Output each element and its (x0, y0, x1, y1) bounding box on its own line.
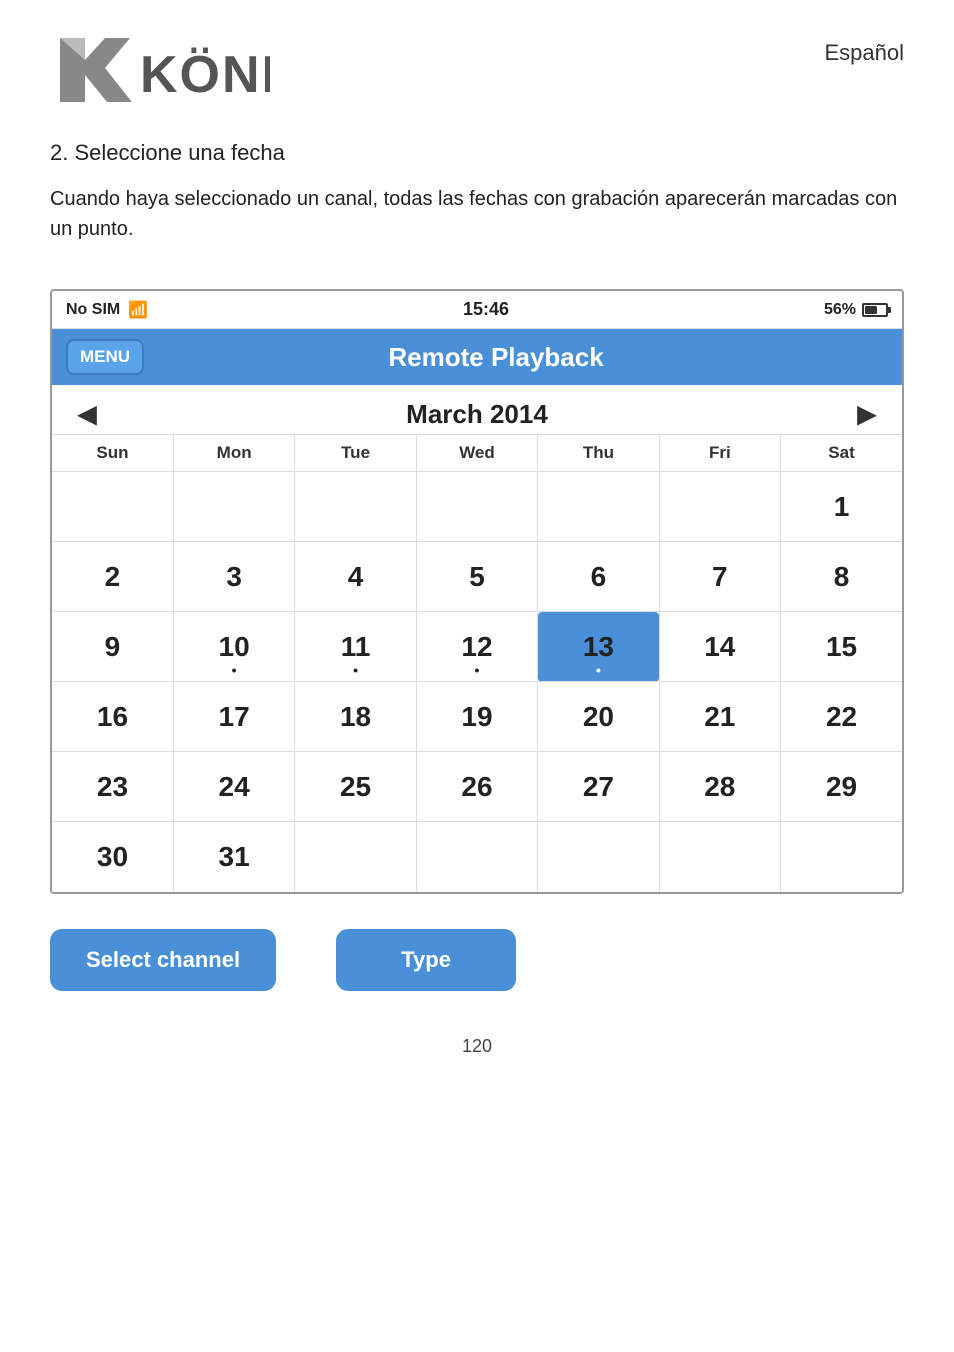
day-header-sun: Sun (52, 435, 173, 472)
day-header-mon: Mon (173, 435, 294, 472)
calendar-day[interactable]: 8 (781, 542, 902, 612)
calendar-day[interactable]: 29 (781, 752, 902, 822)
calendar-day[interactable]: 4 (295, 542, 416, 612)
calendar-day[interactable]: 27 (538, 752, 659, 822)
calendar-week-6: 3031 (52, 822, 902, 892)
calendar-day[interactable]: 24 (173, 752, 294, 822)
calendar-day (295, 822, 416, 892)
page-header: KÖNIG Español (0, 0, 954, 120)
calendar-day (295, 472, 416, 542)
calendar-day (416, 822, 537, 892)
phone-mockup: No SIM 📶 15:46 56% MENU Remote Playback … (50, 289, 904, 894)
calendar-day[interactable]: 20 (538, 682, 659, 752)
calendar-day[interactable]: 23 (52, 752, 173, 822)
calendar-day (173, 472, 294, 542)
calendar-day[interactable]: 1 (781, 472, 902, 542)
calendar-day[interactable]: 11 (295, 612, 416, 682)
page-number: 120 (0, 1026, 954, 1087)
calendar-day (52, 472, 173, 542)
next-month-button[interactable]: ▶ (848, 400, 886, 429)
calendar-header: ◀ March 2014 ▶ (52, 385, 902, 435)
type-button[interactable]: Type (336, 929, 516, 991)
calendar-day[interactable]: 16 (52, 682, 173, 752)
calendar-days-header: Sun Mon Tue Wed Thu Fri Sat (52, 435, 902, 472)
battery-icon (862, 303, 888, 317)
calendar-day[interactable]: 26 (416, 752, 537, 822)
calendar-day[interactable]: 5 (416, 542, 537, 612)
select-channel-button[interactable]: Select channel (50, 929, 276, 991)
calendar-day[interactable]: 12 (416, 612, 537, 682)
calendar-week-5: 23242526272829 (52, 752, 902, 822)
wifi-icon: 📶 (128, 300, 148, 320)
step-description: Cuando haya seleccionado un canal, todas… (50, 184, 904, 244)
logo-container: KÖNIG (50, 30, 270, 110)
calendar-day[interactable]: 21 (659, 682, 780, 752)
calendar-day (781, 822, 902, 892)
calendar-day[interactable]: 18 (295, 682, 416, 752)
bottom-buttons: Select channel Type (0, 894, 954, 1026)
step-heading: 2. Seleccione una fecha (50, 140, 904, 166)
svg-text:KÖNIG: KÖNIG (140, 46, 270, 104)
calendar-day[interactable]: 22 (781, 682, 902, 752)
calendar-day[interactable]: 17 (173, 682, 294, 752)
carrier-label: No SIM (66, 301, 120, 319)
language-label: Español (824, 40, 904, 66)
calendar-day[interactable]: 15 (781, 612, 902, 682)
calendar-day[interactable]: 6 (538, 542, 659, 612)
calendar-day (538, 822, 659, 892)
calendar-grid: Sun Mon Tue Wed Thu Fri Sat 123456789101… (52, 435, 902, 892)
calendar-month-year: March 2014 (406, 399, 548, 430)
day-header-tue: Tue (295, 435, 416, 472)
calendar-day[interactable]: 25 (295, 752, 416, 822)
menu-button[interactable]: MENU (66, 339, 144, 375)
calendar-day[interactable]: 14 (659, 612, 780, 682)
calendar-week-4: 16171819202122 (52, 682, 902, 752)
calendar-week-1: 1 (52, 472, 902, 542)
status-right: 56% (824, 301, 888, 319)
calendar-day[interactable]: 19 (416, 682, 537, 752)
konig-logo: KÖNIG (50, 30, 270, 110)
calendar-day[interactable]: 3 (173, 542, 294, 612)
calendar-day[interactable]: 7 (659, 542, 780, 612)
day-header-thu: Thu (538, 435, 659, 472)
calendar-day[interactable]: 9 (52, 612, 173, 682)
instruction-section: 2. Seleccione una fecha Cuando haya sele… (0, 120, 954, 289)
calendar-day (659, 472, 780, 542)
calendar-day[interactable]: 30 (52, 822, 173, 892)
battery-pct: 56% (824, 301, 856, 319)
calendar-day[interactable]: 28 (659, 752, 780, 822)
calendar-day[interactable]: 13 (538, 612, 659, 682)
calendar-week-2: 2345678 (52, 542, 902, 612)
status-bar: No SIM 📶 15:46 56% (52, 291, 902, 329)
day-header-wed: Wed (416, 435, 537, 472)
day-header-fri: Fri (659, 435, 780, 472)
nav-title: Remote Playback (164, 342, 828, 373)
calendar-day (538, 472, 659, 542)
prev-month-button[interactable]: ◀ (68, 400, 106, 429)
status-time: 15:46 (463, 299, 509, 320)
calendar-day[interactable]: 10 (173, 612, 294, 682)
calendar-day (416, 472, 537, 542)
calendar-day[interactable]: 31 (173, 822, 294, 892)
calendar-week-3: 9101112131415 (52, 612, 902, 682)
status-left: No SIM 📶 (66, 300, 148, 320)
app-nav-bar: MENU Remote Playback (52, 329, 902, 385)
day-header-sat: Sat (781, 435, 902, 472)
calendar-area: ◀ March 2014 ▶ Sun Mon Tue Wed Thu Fri S… (52, 385, 902, 892)
calendar-day (659, 822, 780, 892)
calendar-day[interactable]: 2 (52, 542, 173, 612)
